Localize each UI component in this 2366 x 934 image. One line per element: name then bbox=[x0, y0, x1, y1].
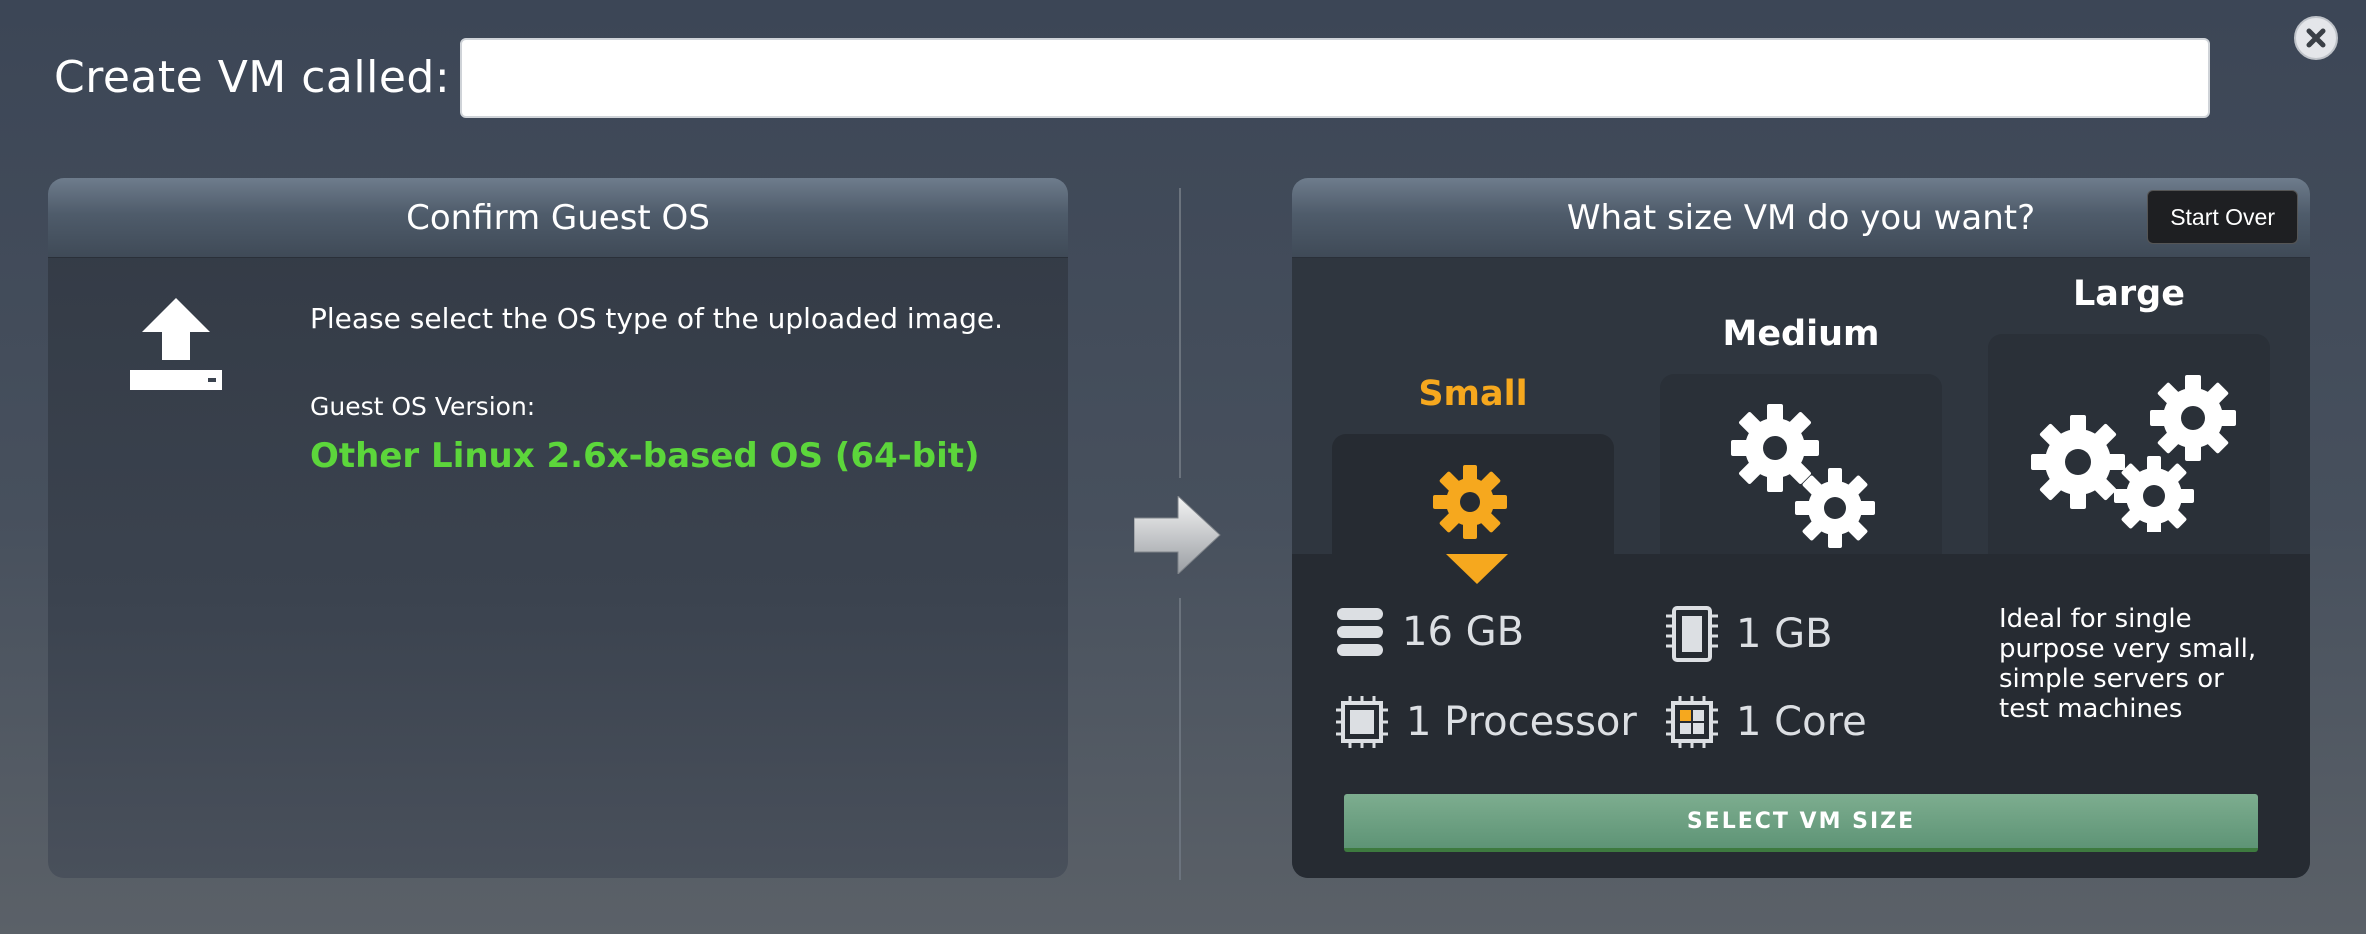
os-prompt-text: Please select the OS type of the uploade… bbox=[310, 302, 1003, 335]
start-over-button[interactable]: Start Over bbox=[2147, 190, 2298, 244]
spec-cores-value: 1 Core bbox=[1736, 699, 1867, 745]
divider-line-top bbox=[1179, 188, 1181, 478]
spec-storage-value: 16 GB bbox=[1402, 609, 1525, 655]
os-version-label: Guest OS Version: bbox=[310, 392, 536, 421]
core-icon bbox=[1666, 696, 1718, 748]
close-icon bbox=[2306, 28, 2326, 48]
vm-name-input[interactable] bbox=[460, 38, 2210, 118]
size-description: Ideal for single purpose very small, sim… bbox=[1999, 604, 2257, 724]
os-version-value: Other Linux 2.6x-based OS (64-bit) bbox=[310, 436, 980, 476]
gear-icon bbox=[1433, 465, 1507, 539]
panel-title: What size VM do you want? Start Over bbox=[1292, 178, 2310, 258]
selected-pointer-icon bbox=[1446, 554, 1508, 584]
size-option-large[interactable] bbox=[1988, 334, 2270, 564]
size-label-large: Large bbox=[2073, 274, 2185, 314]
size-option-medium[interactable] bbox=[1660, 374, 1942, 564]
spec-cores: 1 Core bbox=[1666, 696, 1867, 748]
spec-processors: 1 Processor bbox=[1336, 696, 1637, 748]
size-option-small[interactable] bbox=[1332, 434, 1614, 564]
size-label-medium: Medium bbox=[1722, 314, 1880, 354]
three-gears-icon bbox=[2031, 375, 2236, 532]
spec-memory: 1 GB bbox=[1666, 606, 1833, 662]
panel-title: Confirm Guest OS bbox=[48, 178, 1068, 258]
two-gears-icon bbox=[1731, 404, 1875, 548]
confirm-guest-os-panel: Confirm Guest OS Please select the OS ty… bbox=[48, 178, 1068, 878]
storage-icon bbox=[1336, 606, 1384, 658]
spec-processors-value: 1 Processor bbox=[1406, 699, 1637, 745]
vm-name-label: Create VM called: bbox=[54, 52, 451, 103]
size-label-small: Small bbox=[1418, 374, 1528, 414]
upload-icon bbox=[128, 298, 224, 398]
memory-icon bbox=[1666, 606, 1718, 662]
vm-size-panel: What size VM do you want? Start Over Sma… bbox=[1292, 178, 2310, 878]
close-button[interactable] bbox=[2294, 16, 2338, 60]
select-vm-size-button[interactable]: SELECT VM SIZE bbox=[1344, 794, 2258, 852]
processor-icon bbox=[1336, 696, 1388, 748]
vm-size-title: What size VM do you want? bbox=[1566, 197, 2036, 238]
spec-storage: 16 GB bbox=[1336, 606, 1524, 658]
spec-memory-value: 1 GB bbox=[1736, 611, 1833, 657]
arrow-right-icon bbox=[1133, 494, 1224, 578]
divider-line-bottom bbox=[1179, 598, 1181, 880]
